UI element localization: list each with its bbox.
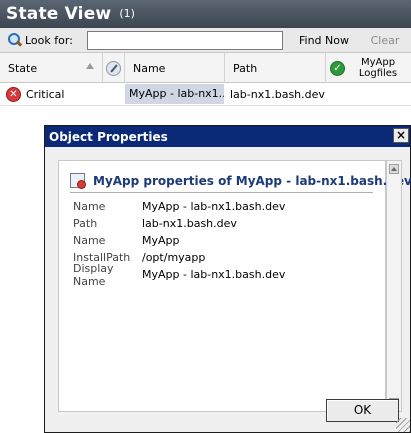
dialog-title: Object Properties — [49, 129, 168, 144]
property-row: Display Name MyApp - lab-nx1.bash.dev — [73, 262, 286, 288]
column-header-tasks[interactable] — [103, 53, 125, 83]
path-cell[interactable]: lab-nx1.bash.dev — [224, 88, 325, 101]
dialog-title-bar[interactable]: Object Properties × — [45, 126, 410, 147]
state-cell: ✕ Critical — [0, 86, 125, 102]
column-header-path[interactable]: Path — [225, 53, 326, 83]
column-header-state[interactable]: State — [0, 53, 103, 83]
vertical-scrollbar[interactable] — [386, 160, 402, 412]
grid-header: State Name Path ✓ MyApp Logfiles — [0, 53, 411, 83]
critical-icon: ✕ — [6, 86, 21, 102]
property-key: Path — [73, 217, 98, 230]
window-title: State View — [6, 4, 112, 24]
properties-header: MyApp properties of MyApp - lab-nx1.bash… — [70, 173, 411, 189]
column-name-label: Name — [133, 61, 166, 75]
table-row[interactable]: ✕ Critical MyApp - lab-nx1... lab-nx1.ba… — [0, 84, 411, 104]
search-input[interactable] — [87, 30, 283, 50]
close-button[interactable]: × — [393, 128, 409, 143]
item-count: (1) — [119, 6, 135, 20]
title-bar: State View (1) — [0, 0, 411, 28]
column-path-label: Path — [233, 61, 258, 75]
look-for-text: Look for: — [25, 33, 73, 47]
property-row: Name MyApp - lab-nx1.bash.dev — [73, 198, 285, 215]
row-divider — [0, 105, 411, 106]
name-cell[interactable]: MyApp - lab-nx1... — [125, 84, 224, 104]
column-logfiles-label: MyApp Logfiles — [358, 57, 398, 79]
ok-button[interactable]: OK — [326, 399, 399, 422]
property-key: Display Name — [73, 261, 114, 288]
healthy-check-icon: ✓ — [330, 60, 345, 76]
properties-heading: MyApp properties of MyApp - lab-nx1.bash… — [93, 173, 411, 188]
scroll-up-arrow-icon[interactable] — [389, 164, 399, 174]
sort-ascending-icon — [86, 63, 94, 69]
object-properties-dialog: Object Properties × MyApp properties of … — [44, 125, 411, 433]
column-header-name[interactable]: Name — [125, 53, 225, 83]
wrench-icon — [106, 60, 121, 76]
column-header-logfiles[interactable]: ✓ MyApp Logfiles — [326, 53, 411, 83]
properties-panel: MyApp properties of MyApp - lab-nx1.bash… — [58, 160, 411, 412]
property-key: Name — [73, 234, 106, 247]
heading-divider — [70, 192, 373, 193]
resize-grip-icon[interactable] — [396, 418, 410, 432]
property-key: Name — [73, 200, 106, 213]
find-now-button[interactable]: Find Now — [293, 34, 355, 47]
search-icon — [8, 33, 22, 47]
property-value: MyApp — [142, 234, 180, 247]
clear-button[interactable]: Clear — [365, 34, 405, 47]
property-row: Path lab-nx1.bash.dev — [73, 215, 285, 232]
property-value: lab-nx1.bash.dev — [142, 217, 237, 230]
property-value: /opt/myapp — [142, 251, 206, 264]
state-value: Critical — [26, 87, 65, 101]
search-toolbar: Look for: Find Now Clear — [0, 28, 411, 53]
object-critical-icon — [70, 173, 86, 189]
column-state-label: State — [8, 61, 38, 75]
property-value: MyApp - lab-nx1.bash.dev — [142, 268, 286, 281]
property-value: MyApp - lab-nx1.bash.dev — [142, 200, 286, 213]
property-row: Name MyApp — [73, 232, 285, 249]
properties-list: Name MyApp - lab-nx1.bash.dev Path lab-n… — [73, 198, 286, 288]
look-for-label: Look for: — [8, 33, 86, 47]
